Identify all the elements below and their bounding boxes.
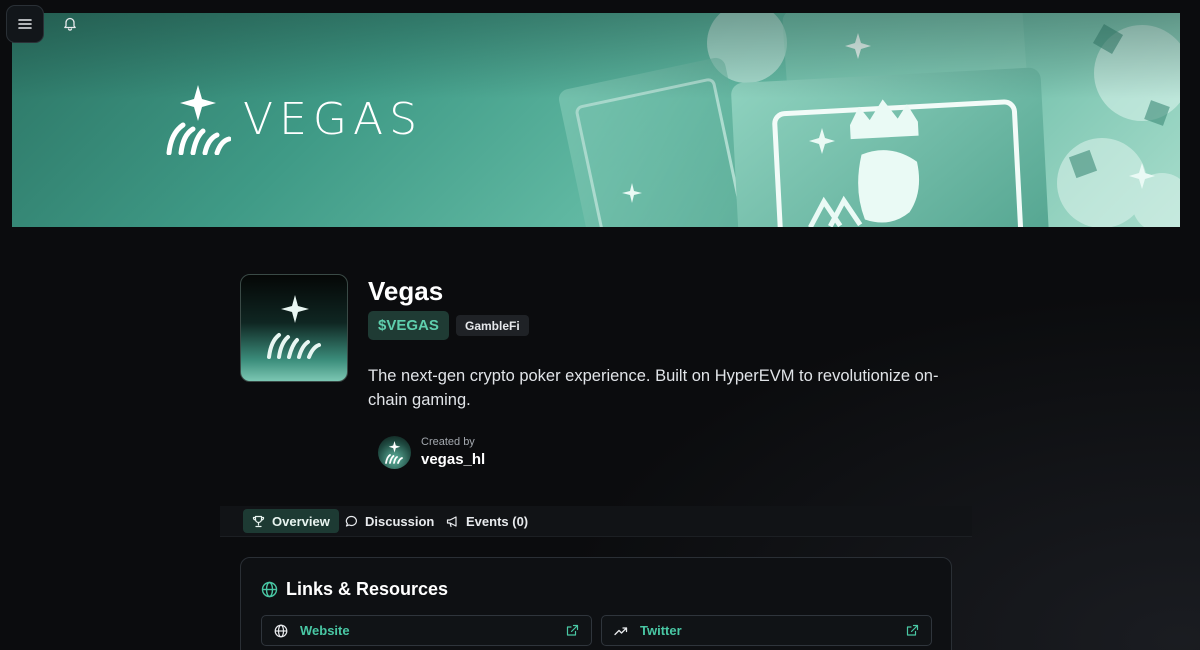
chat-bubble-icon — [345, 515, 358, 528]
menu-button[interactable] — [6, 5, 44, 43]
twitter-link-label: Twitter — [640, 623, 682, 638]
links-resources-card: Links & Resources Website Twitter — [240, 557, 952, 650]
megaphone-icon — [446, 515, 459, 528]
ticker-badge: $VEGAS — [368, 311, 449, 340]
links-resources-title: Links & Resources — [286, 579, 449, 599]
tab-overview-label: Overview — [272, 513, 330, 529]
vegas-logo-icon — [165, 83, 231, 155]
trending-up-icon — [614, 624, 628, 638]
trophy-icon — [252, 515, 265, 528]
hamburger-icon — [18, 18, 32, 30]
creator-avatar[interactable] — [378, 436, 411, 469]
project-avatar — [240, 274, 348, 382]
banner-logo: VEGAS — [165, 83, 423, 155]
created-by-label: Created by — [421, 436, 475, 448]
tab-discussion-label: Discussion — [365, 513, 435, 529]
banner-wordmark: VEGAS — [243, 93, 424, 145]
project-banner: VEGAS — [12, 13, 1180, 227]
project-description: The next-gen crypto poker experience. Bu… — [368, 367, 939, 409]
tab-events[interactable]: Events (0) — [437, 509, 537, 533]
tab-discussion[interactable]: Discussion — [336, 509, 443, 533]
external-link-icon — [906, 624, 919, 637]
website-link[interactable]: Website — [261, 615, 592, 646]
website-link-label: Website — [300, 623, 350, 638]
globe-icon — [261, 581, 278, 598]
globe-icon — [274, 624, 288, 638]
category-tag[interactable]: GambleFi — [456, 315, 529, 336]
tab-overview[interactable]: Overview — [243, 509, 339, 533]
project-title: Vegas — [368, 276, 444, 306]
notifications-button[interactable] — [60, 13, 80, 33]
tab-events-label: Events (0) — [466, 513, 529, 529]
twitter-link[interactable]: Twitter — [601, 615, 932, 646]
bell-icon — [63, 16, 77, 31]
links-resources-heading: Links & Resources — [261, 579, 448, 600]
creator-name[interactable]: vegas_hl — [421, 451, 485, 468]
project-tabs: Overview Discussion Events (0) — [220, 506, 972, 537]
external-link-icon — [566, 624, 579, 637]
